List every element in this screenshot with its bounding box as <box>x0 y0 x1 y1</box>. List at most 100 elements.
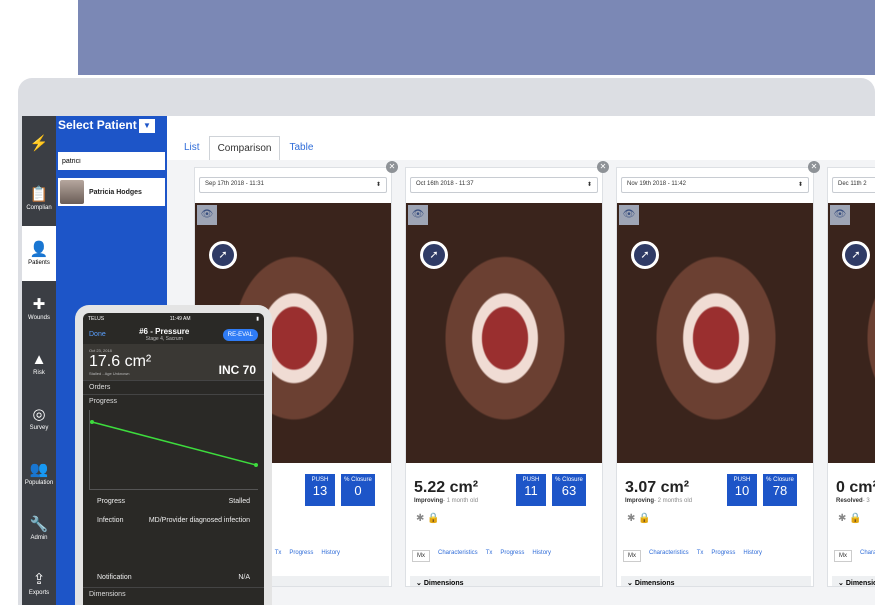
tab-progress[interactable]: Progress <box>711 550 735 562</box>
re-eval-button[interactable]: RE-EVAL <box>222 328 258 341</box>
sidebar-item-label: Survey <box>29 424 49 431</box>
export-icon: ⇪ <box>32 570 46 588</box>
lock-icon[interactable]: 🔒 <box>638 513 650 524</box>
dimensions-row[interactable]: Dimensions <box>83 587 264 601</box>
tab-progress[interactable]: Progress <box>289 550 313 562</box>
wound-title: #6 - Pressure Stage 4, Sacrum <box>139 327 189 342</box>
wound-area: 0 cm² <box>836 479 875 496</box>
chevron-down-icon: ⬍ <box>586 182 592 188</box>
date-select[interactable]: Dec 11th 2⬍ <box>832 177 875 193</box>
push-value: 10 <box>734 483 750 498</box>
wound-subtitle: Stage 4, Sacrum <box>145 336 183 342</box>
tab-tx[interactable]: Tx <box>486 550 493 562</box>
progress-row[interactable]: Progress <box>83 394 264 408</box>
tab-tx[interactable]: Tx <box>275 550 282 562</box>
date-value: Sep 17th 2018 - 11:31 <box>205 181 264 187</box>
filter-icon[interactable]: ▼ <box>139 119 155 133</box>
lock-icon[interactable]: 🔒 <box>849 513 861 524</box>
infection-label: Infection <box>97 517 124 524</box>
sidebar-item-patients[interactable]: 👤 Patients <box>22 226 56 281</box>
sidebar-item-population[interactable]: 👥 Population <box>22 446 56 501</box>
compass-icon[interactable]: ➚ <box>842 241 870 269</box>
gear-icon[interactable]: ✱ <box>838 513 846 524</box>
sidebar-item-admin[interactable]: 🔧 Admin <box>22 501 56 556</box>
dimensions-label: Dimensions <box>634 580 675 587</box>
compass-icon[interactable]: ➚ <box>631 241 659 269</box>
progress-label: Progress <box>97 498 126 505</box>
tab-history[interactable]: History <box>532 550 551 562</box>
dimensions-label: Dimensions <box>845 580 875 587</box>
chevron-down-icon: ⬍ <box>375 182 381 188</box>
dimensions-section[interactable]: ⌄ Dimensions <box>832 576 875 587</box>
sidebar-item-label: Population <box>24 479 54 486</box>
status-label: Improving <box>625 498 655 504</box>
close-icon[interactable]: ✕ <box>386 161 398 173</box>
close-icon[interactable]: ✕ <box>808 161 820 173</box>
sidebar-item-wounds[interactable]: ✚ Wounds <box>22 281 56 336</box>
compass-icon[interactable]: ➚ <box>420 241 448 269</box>
sidebar-item-survey[interactable]: ◎ Survey <box>22 391 56 446</box>
tab-characteristics[interactable]: Characteristics <box>860 550 875 562</box>
chevron-down-icon: ⌄ <box>838 580 844 587</box>
patient-search-input[interactable] <box>58 152 165 170</box>
wound-status: Resolved- 3 <box>836 498 870 504</box>
dimensions-section[interactable]: ⌄ Dimensions <box>410 576 600 587</box>
date-select[interactable]: Nov 19th 2018 - 11:42 ⬍ <box>621 177 809 193</box>
patient-name: Patricia Hodges <box>89 188 142 196</box>
wound-photo: 👁 ➚ <box>406 203 602 463</box>
progress-kv: Progress Stalled <box>83 492 264 511</box>
tab-progress[interactable]: Progress <box>500 550 524 562</box>
tab-characteristics[interactable]: Characteristics <box>438 550 478 562</box>
status-age: - 1 month old <box>443 498 479 504</box>
tab-mx[interactable]: Mx <box>412 550 430 562</box>
lock-icon[interactable]: 🔒 <box>427 513 439 524</box>
phone-screen: TELUS 11:49 AM ▮ Done #6 - Pressure Stag… <box>83 313 264 605</box>
eye-icon[interactable]: 👁 <box>408 205 428 225</box>
tab-comparison[interactable]: Comparison <box>208 136 281 160</box>
compass-icon[interactable]: ➚ <box>209 241 237 269</box>
closure-score: % Closure 0 <box>341 474 375 506</box>
survey-icon: ◎ <box>32 405 46 423</box>
sidebar-item-label: Wounds <box>28 314 50 321</box>
patient-list-item[interactable]: Patricia Hodges <box>58 178 165 206</box>
tab-table[interactable]: Table <box>280 135 322 160</box>
status-age: - 2 months old <box>654 498 693 504</box>
plus-icon: ✚ <box>32 295 46 313</box>
push-score: PUSH 11 <box>516 474 546 506</box>
chevron-down-icon: ⌄ <box>416 580 422 587</box>
wound-photo: 👁 ➚ <box>828 203 875 463</box>
gear-icon[interactable]: ✱ <box>416 513 424 524</box>
dimensions-section[interactable]: ⌄ Dimensions <box>621 576 811 587</box>
close-icon[interactable]: ✕ <box>597 161 609 173</box>
sidebar-item-compliance[interactable]: 📋 Complian <box>22 171 56 226</box>
tab-characteristics[interactable]: Characteristics <box>649 550 689 562</box>
card-icons: ✱ 🔒 <box>838 513 862 524</box>
closure-value: 0 <box>354 483 362 498</box>
done-button[interactable]: Done <box>89 331 106 338</box>
tab-mx[interactable]: Mx <box>623 550 641 562</box>
wound-area: 5.22 cm² <box>414 479 479 496</box>
tab-history[interactable]: History <box>743 550 762 562</box>
sidebar-item-risk[interactable]: ▲ Risk <box>22 336 56 391</box>
wound-metric: Oct 23, 2018 17.6 cm² INC 70 Stalled - A… <box>83 344 264 380</box>
gear-icon[interactable]: ✱ <box>627 513 635 524</box>
sidebar-item-exports[interactable]: ⇪ Exports <box>22 556 56 605</box>
date-select[interactable]: Oct 16th 2018 - 11:37 ⬍ <box>410 177 598 193</box>
sidebar-item-home[interactable]: ⚡ <box>22 116 56 171</box>
push-value: 11 <box>524 483 538 498</box>
eye-icon[interactable]: 👁 <box>619 205 639 225</box>
decorative-banner <box>78 0 875 75</box>
tab-history[interactable]: History <box>321 550 340 562</box>
carrier: TELUS <box>88 316 105 322</box>
eye-icon[interactable]: 👁 <box>197 205 217 225</box>
eye-icon[interactable]: 👁 <box>830 205 850 225</box>
tab-tx[interactable]: Tx <box>697 550 704 562</box>
push-score: PUSH 10 <box>727 474 757 506</box>
tab-mx[interactable]: Mx <box>834 550 852 562</box>
card-tabs: Mx Characteristics Tx Progress History <box>406 550 602 562</box>
card-tabs: Mx Characteristics Tx Progress History <box>828 550 875 562</box>
date-select[interactable]: Sep 17th 2018 - 11:31 ⬍ <box>199 177 387 193</box>
tab-list[interactable]: List <box>175 135 209 160</box>
panel-title: Select Patient <box>58 118 137 132</box>
orders-row[interactable]: Orders <box>83 380 264 394</box>
